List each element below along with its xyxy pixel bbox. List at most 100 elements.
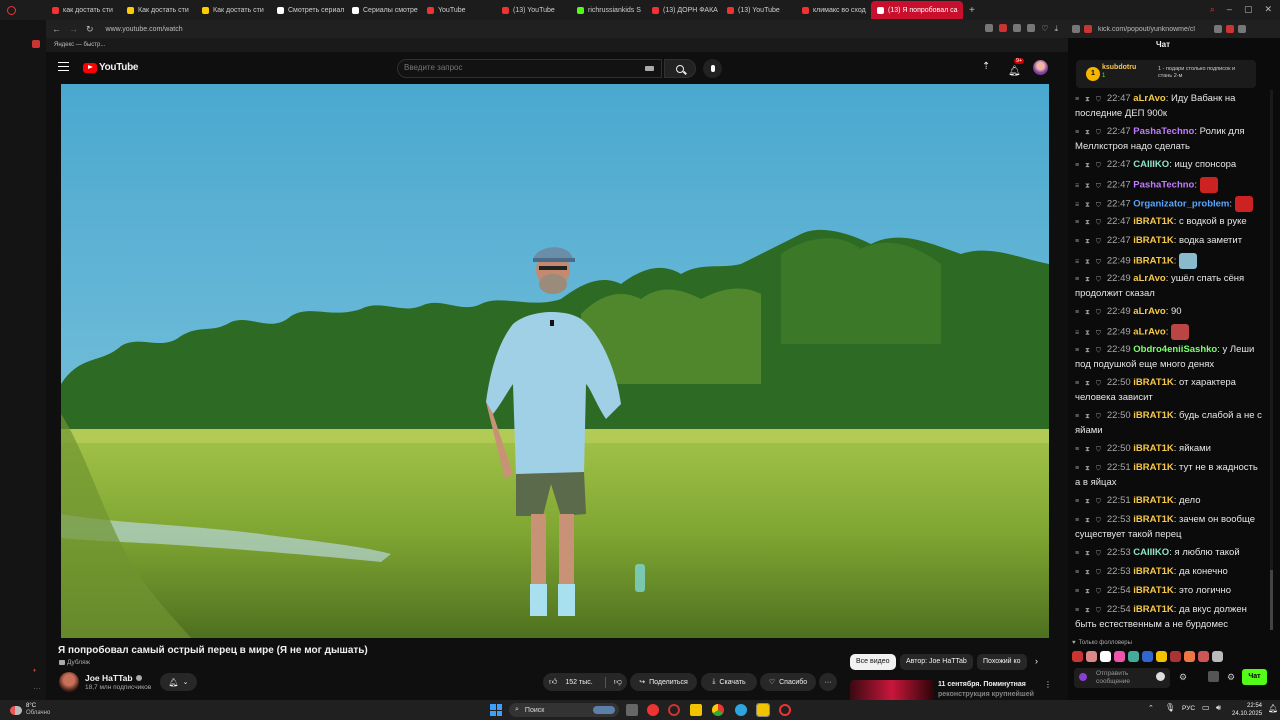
chat-toolbar-icon[interactable] — [1214, 25, 1222, 33]
recommended-more-icon[interactable]: ⋮ — [1044, 680, 1052, 689]
chat-message[interactable]: ≡ ⧗ ⛉ 22:49 aLrAvo: 90 — [1075, 305, 1265, 320]
thanks-button[interactable]: ♡ Спасибо — [760, 673, 816, 691]
search-tabs-icon[interactable]: ⌕ — [1210, 4, 1215, 15]
emote[interactable] — [1156, 651, 1167, 662]
file-explorer-icon[interactable] — [690, 704, 702, 716]
chip-author[interactable]: Автор: Joe HaTTab — [900, 654, 973, 670]
extension-icon[interactable] — [985, 24, 994, 32]
chat-message[interactable]: ≡ ⧗ ⛉ 22:47 Organizator_problem: — [1075, 196, 1265, 213]
top-gifter-name[interactable]: ksubdotru — [1102, 64, 1136, 71]
minimize-icon[interactable]: – — [1227, 4, 1232, 15]
browser-menu-icon[interactable] — [0, 0, 22, 20]
message-username[interactable]: CAIIIKO — [1133, 547, 1169, 558]
chat-message[interactable]: ≡ ⧗ ⛉ 22:49 iBRAT1K: — [1075, 253, 1265, 270]
bookmark-yandex[interactable]: Яндекс — быстр... — [54, 42, 105, 48]
maximize-icon[interactable]: ▢ — [1244, 4, 1253, 15]
chat-message[interactable]: ≡ ⧗ ⛉ 22:51 iBRAT1K: тут не в жадность а… — [1075, 461, 1265, 490]
extension-icon[interactable] — [1013, 24, 1022, 32]
video-player[interactable] — [61, 84, 1049, 638]
chat-message[interactable]: ≡ ⧗ ⛉ 22:53 iBRAT1K: да конечно — [1075, 565, 1265, 580]
clock[interactable]: 22:54 24.10.2025 — [1232, 702, 1262, 718]
message-username[interactable]: iBRAT1K — [1133, 443, 1173, 454]
chat-message[interactable]: ≡ ⧗ ⛉ 22:47 aLrAvo: Иду Вабанк на послед… — [1075, 92, 1265, 121]
message-username[interactable]: iBRAT1K — [1133, 495, 1173, 506]
chat-url[interactable]: kick.com/popout/yunknowme/cl — [1098, 26, 1208, 33]
hamburger-menu-icon[interactable] — [58, 62, 69, 71]
task-view-icon[interactable] — [626, 704, 638, 716]
upload-icon[interactable]: ⇡ — [982, 61, 990, 72]
chat-toolbar-icon[interactable] — [1226, 25, 1234, 33]
emote[interactable] — [1072, 651, 1083, 662]
volume-icon[interactable]: 🔊︎ — [1216, 703, 1221, 713]
message-username[interactable]: iBRAT1K — [1133, 604, 1173, 615]
download-icon[interactable]: ⤓ — [1054, 24, 1058, 34]
emote[interactable] — [1114, 651, 1125, 662]
browser-tab[interactable]: (13) Я попробовал са — [871, 1, 963, 19]
notification-center-icon[interactable]: 🔔︎ — [1268, 704, 1278, 713]
weather-widget[interactable]: 8°C Облачно — [26, 703, 50, 717]
message-username[interactable]: PashaTechno — [1133, 126, 1194, 137]
browser-tab[interactable]: Как достать сти — [121, 1, 196, 19]
message-username[interactable]: iBRAT1K — [1133, 256, 1173, 267]
browser-tab[interactable]: Как достать сти — [196, 1, 271, 19]
message-username[interactable]: iBRAT1K — [1133, 585, 1173, 596]
emote[interactable] — [1128, 651, 1139, 662]
search-button[interactable] — [664, 59, 696, 78]
emoji-icon[interactable] — [1156, 672, 1165, 681]
emote[interactable] — [1184, 651, 1195, 662]
emote[interactable] — [1142, 651, 1153, 662]
chrome-icon[interactable] — [712, 704, 724, 716]
show-hidden-icons[interactable]: ⌃ — [1148, 704, 1154, 712]
emote[interactable] — [1198, 651, 1209, 662]
message-username[interactable]: iBRAT1K — [1133, 216, 1173, 227]
sticky-app-icon[interactable] — [756, 703, 770, 717]
browser-tab[interactable]: richrussiankids S — [571, 1, 646, 19]
emote[interactable] — [1212, 651, 1223, 662]
chat-input[interactable]: Отправить сообщение — [1096, 670, 1142, 686]
chat-message[interactable]: ≡ ⧗ ⛉ 22:49 Obdro4eniiSashko: у Леши под… — [1075, 343, 1265, 372]
chat-message[interactable]: ≡ ⧗ ⛉ 22:49 aLrAvo: ушёл спать сёня прод… — [1075, 272, 1265, 301]
message-username[interactable]: iBRAT1K — [1133, 377, 1173, 388]
chat-message[interactable]: ≡ ⧗ ⛉ 22:47 iBRAT1K: водка заметит — [1075, 234, 1265, 249]
keyboard-icon[interactable] — [645, 66, 654, 71]
chat-message[interactable]: ≡ ⧗ ⛉ 22:47 CAIIIKO: ищу спонсора — [1075, 158, 1265, 173]
telegram-icon[interactable] — [735, 704, 747, 716]
browser-tab[interactable]: (13) YouTube — [496, 1, 571, 19]
browser-tab[interactable]: (13) YouTube — [721, 1, 796, 19]
emote[interactable] — [1100, 651, 1111, 662]
chips-next-icon[interactable]: › — [1035, 656, 1038, 666]
chat-message[interactable]: ≡ ⧗ ⛉ 22:47 iBRAT1K: с водкой в руке — [1075, 215, 1265, 230]
message-username[interactable]: CAIIIKO — [1133, 159, 1169, 170]
message-username[interactable]: Obdro4eniiSashko — [1133, 344, 1217, 355]
message-username[interactable]: iBRAT1K — [1133, 462, 1173, 473]
chat-input-box[interactable]: Отправить сообщение — [1074, 668, 1170, 688]
browser-tab[interactable]: YouTube — [421, 1, 496, 19]
download-button[interactable]: ⤓ Скачать — [701, 673, 757, 691]
microphone-icon[interactable]: 🎙︎ — [1165, 703, 1175, 712]
opera-icon[interactable] — [668, 704, 680, 716]
notifications-button[interactable]: 🔔︎ 9+ — [1008, 58, 1025, 79]
message-username[interactable]: aLrAvo — [1133, 93, 1165, 104]
chat-message[interactable]: ≡ ⧗ ⛉ 22:51 iBRAT1K: дело — [1075, 494, 1265, 509]
new-tab-button[interactable]: + — [969, 5, 975, 16]
emote[interactable] — [1086, 651, 1097, 662]
chat-message[interactable]: ≡ ⧗ ⛉ 22:53 CAIIIKO: я люблю такой — [1075, 546, 1265, 561]
channel-name[interactable]: Joe HaTTab — [85, 673, 142, 683]
back-icon[interactable]: ← — [52, 24, 61, 34]
chip-all-videos[interactable]: Все видео — [850, 654, 896, 670]
address-field[interactable]: www.youtube.com/watch — [106, 26, 183, 33]
taskbar-search[interactable]: ⌕ Поиск — [509, 703, 619, 717]
more-actions-button[interactable]: ··· — [819, 673, 837, 691]
network-icon[interactable]: ▭ — [1202, 703, 1210, 712]
share-button[interactable]: ↪ Поделиться — [630, 673, 697, 691]
message-username[interactable]: iBRAT1K — [1133, 566, 1173, 577]
chip-similar[interactable]: Похожий ко — [977, 654, 1027, 670]
channel-avatar[interactable] — [59, 672, 79, 692]
chat-scrollbar[interactable] — [1270, 90, 1273, 630]
chat-toolbar-icon[interactable] — [1072, 25, 1080, 33]
yandex-browser-icon[interactable] — [647, 704, 659, 716]
message-username[interactable]: iBRAT1K — [1133, 410, 1173, 421]
chat-gear-icon[interactable]: ⚙ — [1227, 672, 1235, 683]
dislike-icon[interactable]: 👎︎ — [614, 677, 622, 687]
youtube-logo[interactable]: YouTube — [83, 62, 139, 73]
